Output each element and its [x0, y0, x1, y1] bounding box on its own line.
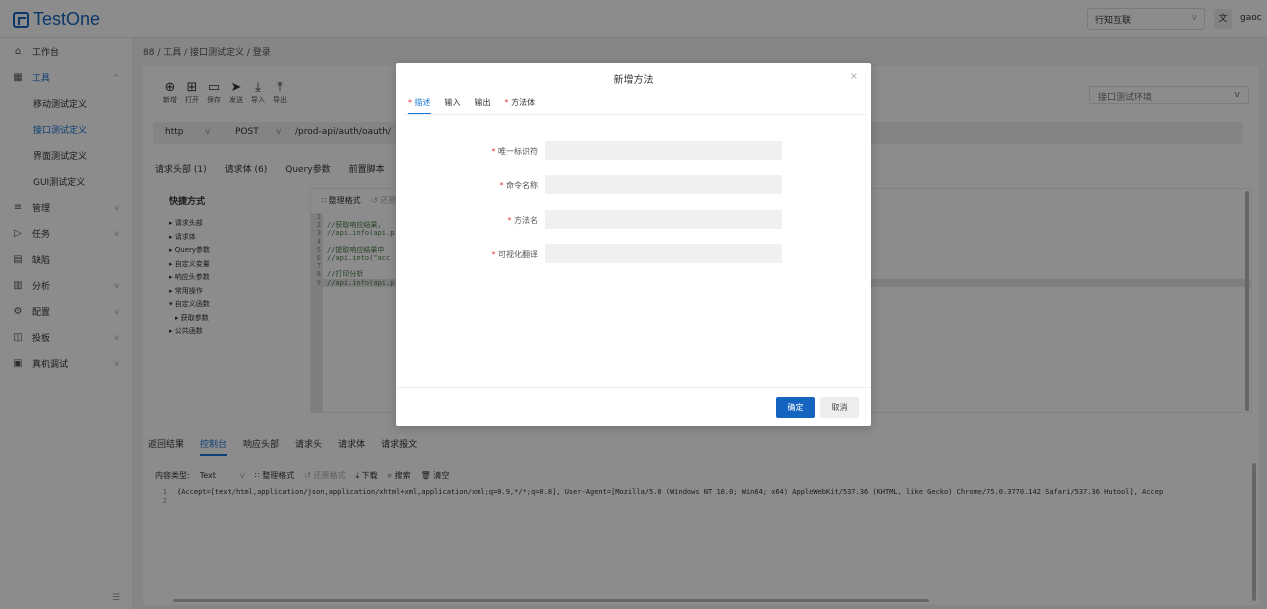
tab-label: 输出 — [474, 98, 491, 107]
cancel-button[interactable]: 取消 — [820, 397, 859, 418]
dialog-tabs: * 描述 输入 输出 * 方法体 — [408, 97, 535, 115]
label-text: 可视化翻译 — [498, 250, 538, 259]
tab-label: 方法体 — [511, 98, 536, 107]
field-label: * 命令名称 — [499, 180, 538, 191]
field-label: * 唯一标识符 — [491, 146, 538, 157]
visual-translation-field: * 可视化翻译 — [396, 244, 871, 264]
label-text: 方法名 — [514, 216, 538, 225]
label-text: 唯一标识符 — [498, 147, 538, 156]
field-label: * 方法名 — [507, 215, 538, 226]
required-mark: * — [408, 98, 412, 107]
visual-translation-input[interactable] — [545, 244, 782, 263]
required-mark: * — [507, 216, 512, 225]
unique-id-input[interactable] — [545, 141, 782, 160]
dialog-title: 新增方法 — [613, 75, 654, 86]
label-text: 命令名称 — [506, 181, 538, 190]
add-method-dialog: 新增方法 × * 描述 输入 输出 * 方法体 * 唯一标识符 * 命令名称 *… — [396, 63, 871, 426]
app-window: TestOne 行知互联 v 文 gaoc ⌂ 工作台 ▦ 工具 ^ 移动测试定义 接… — [0, 0, 1267, 609]
confirm-button[interactable]: 确定 — [776, 397, 815, 418]
required-mark: * — [499, 181, 504, 190]
command-name-input[interactable] — [545, 175, 782, 194]
tab-method-body[interactable]: * 方法体 — [505, 97, 536, 115]
required-mark: * — [504, 98, 509, 107]
close-icon[interactable]: × — [850, 71, 858, 82]
required-mark: * — [491, 250, 496, 259]
tab-input[interactable]: 输入 — [445, 97, 461, 115]
tab-divider — [404, 114, 867, 115]
field-label: * 可视化翻译 — [491, 249, 538, 260]
method-name-field: * 方法名 — [396, 210, 871, 230]
tab-description[interactable]: * 描述 — [408, 97, 431, 115]
dialog-footer-divider — [396, 387, 871, 388]
command-name-field: * 命令名称 — [396, 175, 871, 195]
tab-label: 输入 — [444, 98, 461, 107]
tab-output[interactable]: 输出 — [475, 97, 491, 115]
method-name-input[interactable] — [545, 210, 782, 229]
required-mark: * — [491, 147, 496, 156]
unique-id-field: * 唯一标识符 — [396, 141, 871, 161]
tab-label: 描述 — [414, 98, 431, 107]
